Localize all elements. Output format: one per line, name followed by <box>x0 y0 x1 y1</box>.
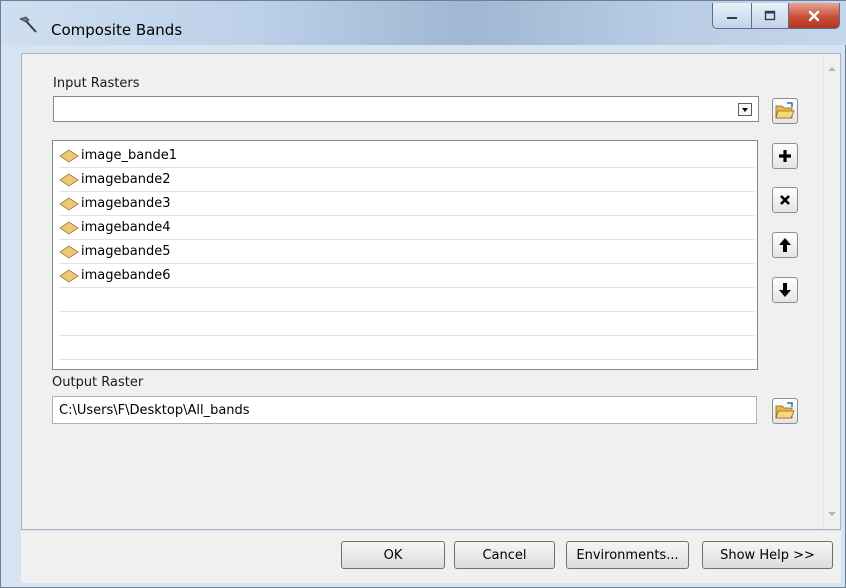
raster-layer-icon <box>59 149 79 162</box>
add-item-button[interactable] <box>772 143 798 169</box>
plus-icon <box>779 150 791 162</box>
x-icon <box>780 195 790 205</box>
input-rasters-list[interactable]: image_bande1 imagebande2 imagebande3 ima… <box>52 140 758 370</box>
ok-button[interactable]: OK <box>341 541 445 569</box>
scroll-down-arrow[interactable] <box>828 512 836 516</box>
folder-open-icon <box>775 102 795 119</box>
list-item[interactable]: imagebande6 <box>59 264 755 288</box>
empty-list-row <box>59 336 755 360</box>
empty-list-row <box>59 288 755 312</box>
raster-name: imagebande6 <box>81 268 171 283</box>
raster-layer-icon <box>59 173 79 186</box>
raster-name: image_bande1 <box>81 148 177 163</box>
close-button[interactable] <box>788 3 840 29</box>
vertical-scrollbar[interactable] <box>823 54 840 529</box>
raster-name: imagebande3 <box>81 196 171 211</box>
arrow-down-icon <box>779 283 791 297</box>
list-item[interactable]: imagebande4 <box>59 216 755 240</box>
title-bar[interactable]: Composite Bands <box>1 1 846 45</box>
raster-layer-icon <box>59 197 79 210</box>
minimize-icon <box>727 16 737 19</box>
maximize-button[interactable] <box>751 3 789 29</box>
close-icon <box>808 10 820 21</box>
list-item[interactable]: imagebande3 <box>59 192 755 216</box>
cancel-button[interactable]: Cancel <box>454 541 555 569</box>
input-rasters-combobox[interactable] <box>53 96 759 122</box>
output-raster-label: Output Raster <box>52 375 144 390</box>
remove-item-button[interactable] <box>772 187 798 213</box>
browse-output-button[interactable] <box>772 398 798 424</box>
input-rasters-label: Input Rasters <box>53 76 140 91</box>
move-down-button[interactable] <box>772 277 798 303</box>
list-item[interactable]: imagebande5 <box>59 240 755 264</box>
raster-layer-icon <box>59 245 79 258</box>
environments-button[interactable]: Environments... <box>566 541 689 569</box>
raster-layer-icon <box>59 221 79 234</box>
folder-open-icon <box>775 402 795 419</box>
raster-name: imagebande2 <box>81 172 171 187</box>
list-item[interactable]: image_bande1 <box>59 144 755 168</box>
window-title: Composite Bands <box>51 21 183 39</box>
raster-name: imagebande4 <box>81 220 171 235</box>
output-raster-field[interactable]: C:\Users\F\Desktop\All_bands <box>52 396 757 424</box>
browse-input-button[interactable] <box>772 98 798 124</box>
list-item[interactable]: imagebande2 <box>59 168 755 192</box>
empty-list-row <box>59 312 755 336</box>
raster-layer-icon <box>59 269 79 282</box>
arrow-up-icon <box>779 238 791 252</box>
hammer-icon <box>18 16 37 33</box>
composite-bands-window: Composite Bands Input Rasters image_band… <box>0 0 846 588</box>
maximize-icon <box>764 10 776 21</box>
minimize-button[interactable] <box>712 3 752 29</box>
raster-name: imagebande5 <box>81 244 171 259</box>
scroll-up-arrow[interactable] <box>828 67 836 71</box>
move-up-button[interactable] <box>772 232 798 258</box>
show-help-button[interactable]: Show Help >> <box>702 541 833 569</box>
dropdown-arrow-icon[interactable] <box>738 103 752 116</box>
